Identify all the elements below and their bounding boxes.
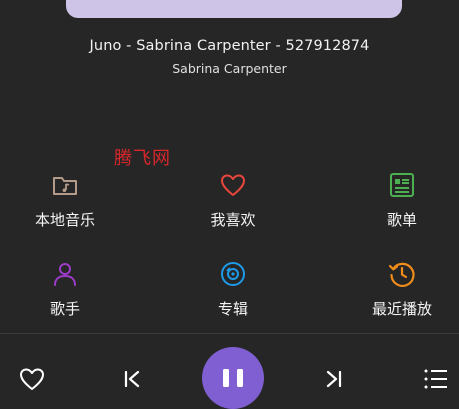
queue-list-icon[interactable] — [421, 364, 451, 394]
tile-local-music[interactable]: 本地音乐 — [0, 170, 140, 230]
heart-icon — [221, 174, 245, 196]
tile-recent[interactable]: 最近播放 — [327, 259, 459, 319]
tile-artists[interactable]: 歌手 — [0, 259, 140, 319]
album-art[interactable] — [66, 0, 402, 18]
disc-icon — [221, 262, 245, 286]
skip-next-icon[interactable] — [319, 364, 349, 394]
folder-music-icon — [53, 177, 77, 195]
track-title: Juno - Sabrina Carpenter - 527912874 — [89, 38, 370, 54]
tile-albums[interactable]: 专辑 — [158, 259, 308, 319]
tile-label: 本地音乐 — [34, 211, 95, 229]
person-icon — [54, 263, 76, 286]
play-pause-button[interactable] — [202, 347, 264, 409]
tile-favorites[interactable]: 我喜欢 — [158, 170, 308, 230]
heart-outline-icon[interactable] — [17, 364, 47, 394]
track-artist: Sabrina Carpenter — [172, 61, 287, 76]
tile-label: 专辑 — [217, 300, 248, 318]
tile-label: 歌手 — [49, 300, 80, 318]
tile-playlists[interactable]: 歌单 — [327, 170, 459, 230]
skip-previous-icon[interactable] — [117, 364, 147, 394]
history-icon — [388, 262, 415, 287]
watermark: 腾飞网 — [114, 148, 171, 169]
tile-label: 歌单 — [386, 211, 417, 229]
tile-label: 我喜欢 — [210, 211, 256, 229]
tile-label: 最近播放 — [371, 300, 432, 318]
playlist-icon — [390, 173, 414, 197]
